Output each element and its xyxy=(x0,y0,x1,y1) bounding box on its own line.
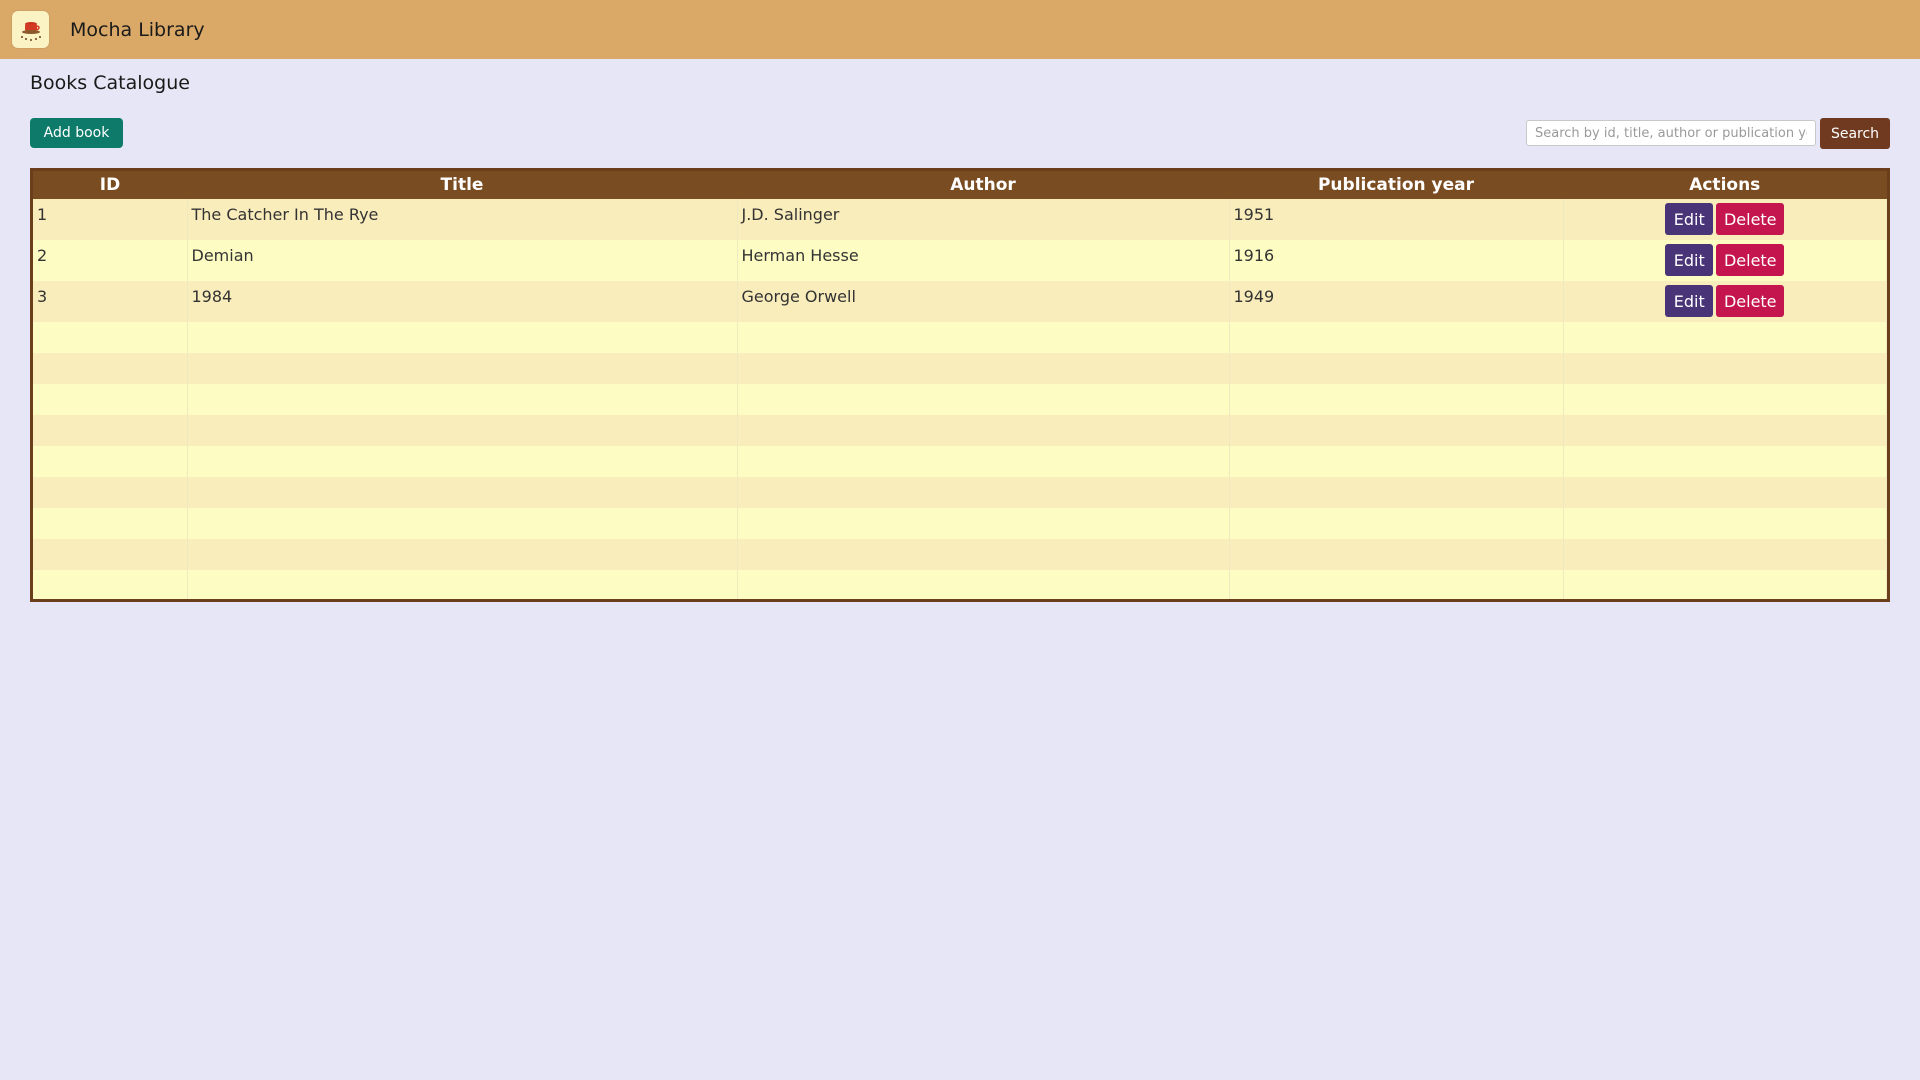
empty-cell xyxy=(1229,539,1564,570)
empty-row xyxy=(33,508,1887,539)
empty-cell xyxy=(33,384,188,415)
empty-cell xyxy=(1563,477,1887,508)
search-button[interactable]: Search xyxy=(1820,118,1890,149)
header-author: Author xyxy=(737,171,1229,199)
empty-cell xyxy=(1563,353,1887,384)
edit-button[interactable]: Edit xyxy=(1665,203,1714,235)
empty-cell xyxy=(737,384,1230,415)
empty-cell xyxy=(187,477,738,508)
table-header-row: ID Title Author Publication year Actions xyxy=(33,171,1887,199)
header-title: Title xyxy=(187,171,737,199)
cell-author: George Orwell xyxy=(737,281,1230,322)
table-row: 1 The Catcher In The Rye J.D. Salinger 1… xyxy=(33,199,1887,240)
app-title: Mocha Library xyxy=(70,18,205,41)
empty-row xyxy=(33,415,1887,446)
cell-id: 1 xyxy=(33,199,188,240)
empty-row xyxy=(33,322,1887,353)
empty-cell xyxy=(737,415,1230,446)
empty-cell xyxy=(187,446,738,477)
empty-cell xyxy=(737,508,1230,539)
cell-id: 3 xyxy=(33,281,188,322)
empty-cell xyxy=(187,384,738,415)
edit-button[interactable]: Edit xyxy=(1665,285,1714,317)
empty-cell xyxy=(33,322,188,353)
empty-cell xyxy=(1563,570,1887,599)
empty-row xyxy=(33,353,1887,384)
delete-button[interactable]: Delete xyxy=(1716,203,1785,235)
add-book-button[interactable]: Add book xyxy=(30,118,123,148)
cell-title: 1984 xyxy=(187,281,738,322)
empty-cell xyxy=(737,539,1230,570)
delete-button[interactable]: Delete xyxy=(1716,244,1785,276)
empty-cell xyxy=(1229,508,1564,539)
empty-row xyxy=(33,539,1887,570)
empty-cell xyxy=(187,353,738,384)
empty-row xyxy=(33,570,1887,599)
empty-cell xyxy=(737,570,1230,599)
empty-cell xyxy=(187,539,738,570)
empty-cell xyxy=(1563,446,1887,477)
empty-cell xyxy=(187,415,738,446)
empty-cell xyxy=(1229,415,1564,446)
cell-id: 2 xyxy=(33,240,188,281)
cell-actions: Edit Delete xyxy=(1563,199,1887,240)
empty-cell xyxy=(737,353,1230,384)
empty-cell xyxy=(1229,322,1564,353)
empty-cell xyxy=(1563,539,1887,570)
cell-title: Demian xyxy=(187,240,738,281)
cell-actions: Edit Delete xyxy=(1563,281,1887,322)
header-id: ID xyxy=(33,171,187,199)
empty-cell xyxy=(33,570,188,599)
edit-button[interactable]: Edit xyxy=(1665,244,1714,276)
header-publication-year: Publication year xyxy=(1229,171,1563,199)
empty-cell xyxy=(1229,384,1564,415)
cell-actions: Edit Delete xyxy=(1563,240,1887,281)
empty-cell xyxy=(33,446,188,477)
header-actions: Actions xyxy=(1563,171,1887,199)
empty-cell xyxy=(1229,477,1564,508)
empty-cell xyxy=(33,353,188,384)
cell-title: The Catcher In The Rye xyxy=(187,199,738,240)
empty-cell xyxy=(737,446,1230,477)
empty-cell xyxy=(33,539,188,570)
cell-author: Herman Hesse xyxy=(737,240,1230,281)
table-row: 3 1984 George Orwell 1949 Edit Delete xyxy=(33,281,1887,322)
cell-author: J.D. Salinger xyxy=(737,199,1230,240)
cell-year: 1951 xyxy=(1229,199,1564,240)
empty-cell xyxy=(1563,384,1887,415)
empty-cell xyxy=(737,477,1230,508)
empty-cell xyxy=(1563,415,1887,446)
empty-row xyxy=(33,477,1887,508)
coffee-cup-icon[interactable] xyxy=(12,11,49,48)
empty-cell xyxy=(1229,446,1564,477)
empty-cell xyxy=(33,508,188,539)
delete-button[interactable]: Delete xyxy=(1716,285,1785,317)
empty-cell xyxy=(1563,322,1887,353)
cell-year: 1916 xyxy=(1229,240,1564,281)
empty-cell xyxy=(187,570,738,599)
empty-cell xyxy=(1563,508,1887,539)
top-bar: Mocha Library xyxy=(0,0,1920,59)
empty-cell xyxy=(187,508,738,539)
empty-cell xyxy=(1229,570,1564,599)
empty-row xyxy=(33,446,1887,477)
empty-cell xyxy=(33,415,188,446)
books-table: ID Title Author Publication year Actions… xyxy=(30,168,1890,602)
empty-row xyxy=(33,384,1887,415)
empty-cell xyxy=(1229,353,1564,384)
empty-cell xyxy=(737,322,1230,353)
page-title: Books Catalogue xyxy=(30,72,190,94)
empty-cell xyxy=(187,322,738,353)
empty-cell xyxy=(33,477,188,508)
cell-year: 1949 xyxy=(1229,281,1564,322)
table-row: 2 Demian Herman Hesse 1916 Edit Delete xyxy=(33,240,1887,281)
search-input[interactable] xyxy=(1526,120,1816,146)
